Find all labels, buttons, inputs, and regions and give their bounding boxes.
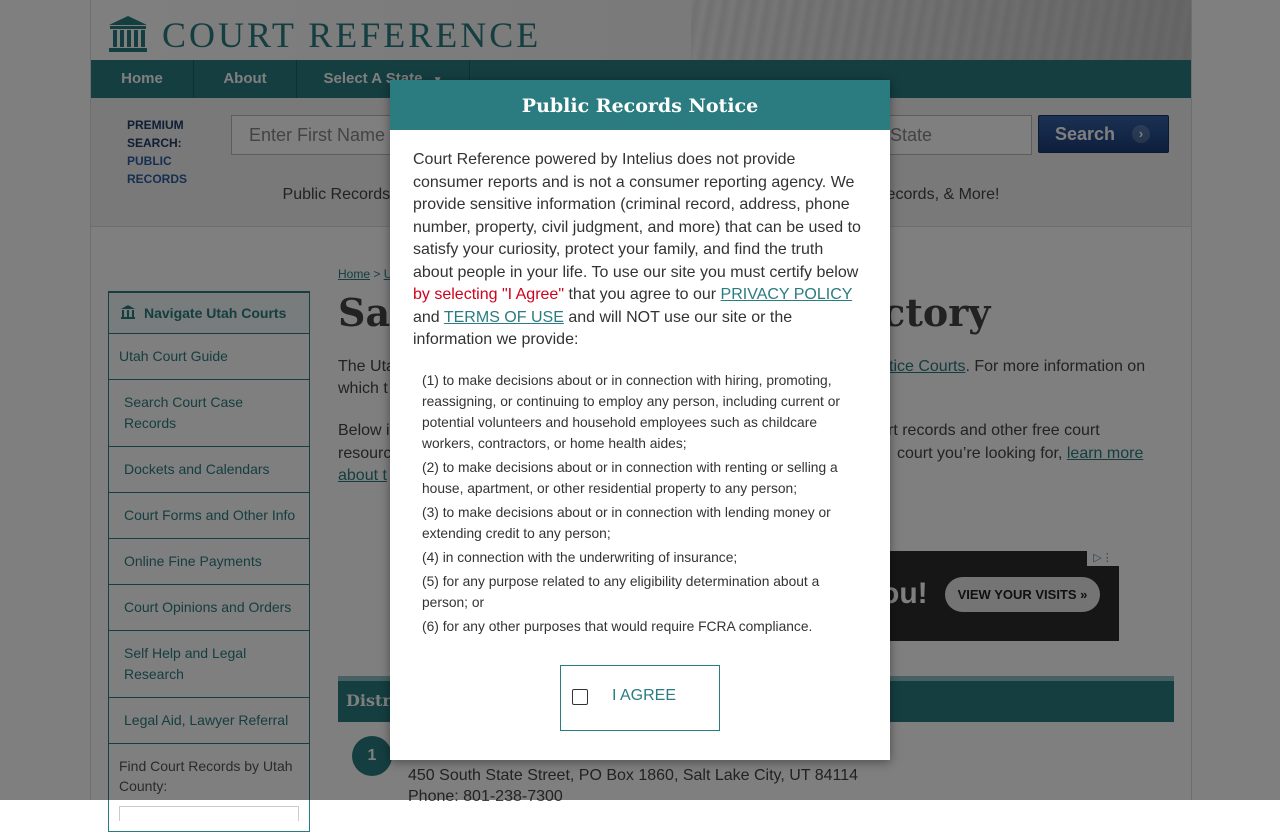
agree-checkbox[interactable] [572,689,588,705]
clause-item: (3) to make decisions about or in connec… [422,504,831,541]
intro-red-text: by selecting "I Agree" [413,286,564,303]
county-select[interactable] [119,806,299,821]
i-agree-button[interactable]: I AGREE [560,665,720,731]
modal-title: Public Records Notice [390,80,890,130]
public-records-notice-modal: Public Records Notice Court Reference po… [390,80,890,760]
privacy-policy-link[interactable]: PRIVACY POLICY [721,286,853,303]
intro-segment: that you agree to our [564,286,721,303]
clause-item: (2) to make decisions about or in connec… [422,459,838,496]
agree-label: I AGREE [612,687,677,704]
modal-intro-text: Court Reference powered by Intelius does… [413,149,867,352]
clause-item: (1) to make decisions about or in connec… [422,372,840,451]
clause-item: (6) for any other purposes that would re… [422,618,813,634]
terms-of-use-link[interactable]: TERMS OF USE [444,309,564,326]
intro-segment: Court Reference powered by Intelius does… [413,151,861,281]
clause-item: (4) in connection with the underwriting … [422,549,738,565]
intro-segment: and [413,308,444,326]
clause-item: (5) for any purpose related to any eligi… [422,573,820,610]
modal-body: Court Reference powered by Intelius does… [390,130,890,637]
clauses-list: (1) to make decisions about or in connec… [413,370,867,637]
